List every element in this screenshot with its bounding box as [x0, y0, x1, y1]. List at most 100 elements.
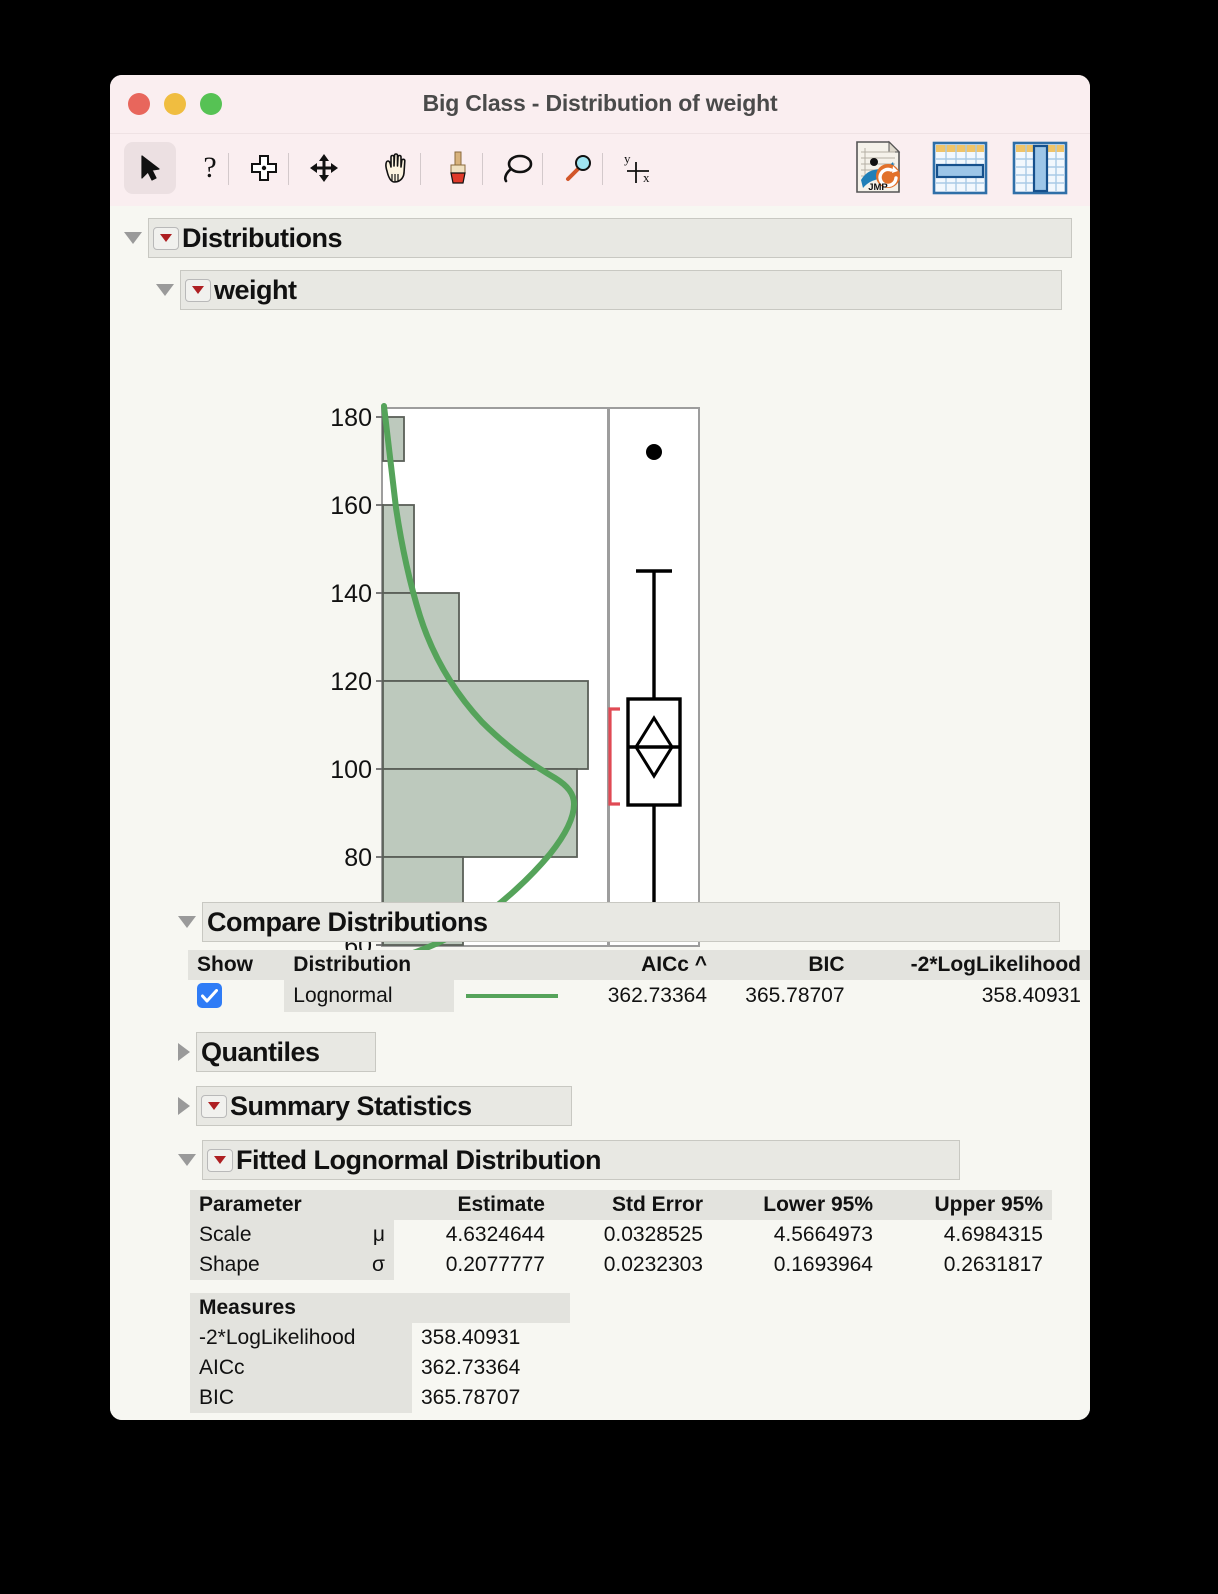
hand-grabber-tool[interactable] — [370, 142, 422, 194]
disclosure-triangle-summary-statistics[interactable] — [178, 1097, 190, 1115]
summary-statistics-label: Summary Statistics — [230, 1090, 472, 1121]
col-symbol — [348, 1190, 394, 1220]
outline-fitted-lognormal[interactable]: Fitted Lognormal Distribution — [178, 1140, 960, 1180]
measure-label: -2*LogLikelihood — [190, 1323, 412, 1353]
select-row-table-icon[interactable] — [932, 140, 988, 196]
brush-tool[interactable] — [432, 142, 484, 194]
outline-compare-distributions[interactable]: Compare Distributions — [178, 902, 1060, 942]
red-triangle-menu-distributions[interactable] — [153, 226, 179, 250]
distributions-label: Distributions — [182, 222, 343, 253]
col-distribution[interactable]: Distribution — [284, 950, 454, 980]
lognormal-line-swatch — [466, 994, 559, 999]
svg-text:80: 80 — [344, 844, 372, 872]
compare-distributions-title-box: Compare Distributions — [202, 902, 1060, 942]
chart-svg: 180 160 140 120 100 80 60 — [330, 403, 700, 961]
jmp-undo-document-icon[interactable]: JMP — [850, 140, 906, 196]
arrow-select-tool[interactable] — [124, 142, 176, 194]
param-symbol: σ — [348, 1250, 394, 1280]
distributions-title-box: Distributions — [148, 218, 1072, 258]
window-title: Big Class - Distribution of weight — [422, 90, 778, 116]
disclosure-triangle-weight[interactable] — [156, 284, 174, 296]
table-header-row: Parameter Estimate Std Error Lower 95% U… — [190, 1190, 1052, 1220]
svg-text:140: 140 — [330, 580, 372, 608]
crosshairs-tool[interactable]: y x — [610, 142, 662, 194]
param-upper-95: 4.6984315 — [882, 1220, 1052, 1250]
magnifier-zoom-tool[interactable] — [552, 142, 604, 194]
table-header-row: Show Distribution AICc ^ BIC -2*LogLikel… — [188, 950, 1090, 980]
toolbar-separator — [288, 153, 289, 185]
aicc-value: 362.73364 — [571, 980, 717, 1012]
summary-statistics-title-box: Summary Statistics — [196, 1086, 572, 1126]
y-axis-tick-labels: 180 160 140 120 100 80 60 — [330, 404, 372, 960]
outline-summary-statistics[interactable]: Summary Statistics — [178, 1086, 572, 1126]
param-std-error: 0.0232303 — [554, 1250, 712, 1280]
measure-label: AICc — [190, 1353, 412, 1383]
red-triangle-menu-weight[interactable] — [185, 278, 211, 302]
neg2loglik-value: 358.40931 — [853, 980, 1090, 1012]
measure-value: 365.78707 — [412, 1383, 570, 1413]
outline-quantiles[interactable]: Quantiles — [178, 1032, 376, 1072]
outline-weight[interactable]: weight — [156, 270, 1062, 310]
show-checkbox-cell[interactable] — [188, 980, 285, 1012]
disclosure-triangle-distributions[interactable] — [124, 232, 142, 244]
histogram-bar — [382, 592, 460, 682]
quantiles-title-box: Quantiles — [196, 1032, 376, 1072]
toolbar-separator — [602, 153, 603, 185]
table-row: -2*LogLikelihood 358.40931 — [190, 1323, 570, 1353]
param-estimate: 4.6324644 — [394, 1220, 554, 1250]
table-row: AICc 362.73364 — [190, 1353, 570, 1383]
svg-text:160: 160 — [330, 492, 372, 520]
select-column-table-icon[interactable] — [1012, 140, 1068, 196]
compare-distributions-table-wrap: Show Distribution AICc ^ BIC -2*LogLikel… — [188, 950, 1090, 1012]
disclosure-triangle-compare-distributions[interactable] — [178, 916, 196, 928]
col-aicc[interactable]: AICc ^ — [571, 950, 717, 980]
crosshair-scroll-tool[interactable] — [238, 142, 290, 194]
param-lower-95: 4.5664973 — [712, 1220, 882, 1250]
table-row: Lognormal 362.73364 365.78707 358.40931 — [188, 980, 1090, 1012]
disclosure-triangle-fitted-lognormal[interactable] — [178, 1154, 196, 1166]
col-bic[interactable]: BIC — [716, 950, 854, 980]
svg-text:x: x — [643, 170, 650, 185]
col-lower-95: Lower 95% — [712, 1190, 882, 1220]
param-estimate: 0.2077777 — [394, 1250, 554, 1280]
report-body: Distributions weight 180 160 140 120 100… — [110, 206, 1090, 1420]
move-arrows-tool[interactable] — [298, 142, 350, 194]
weight-distribution-chart[interactable]: 180 160 140 120 100 80 60 — [306, 398, 726, 963]
param-std-error: 0.0328525 — [554, 1220, 712, 1250]
lasso-tool[interactable] — [492, 142, 544, 194]
col-neg2loglik[interactable]: -2*LogLikelihood — [853, 950, 1090, 980]
weight-label: weight — [214, 274, 297, 305]
param-name: Scale — [190, 1220, 348, 1250]
fitted-lognormal-title-box: Fitted Lognormal Distribution — [202, 1140, 960, 1180]
show-checkbox[interactable] — [197, 983, 222, 1008]
col-measures: Measures — [190, 1293, 412, 1323]
measure-value: 362.73364 — [412, 1353, 570, 1383]
fitted-parameters-table: Parameter Estimate Std Error Lower 95% U… — [190, 1190, 1052, 1280]
boxplot-box — [626, 697, 682, 807]
outline-distributions[interactable]: Distributions — [124, 218, 1072, 258]
col-parameter: Parameter — [190, 1190, 348, 1220]
table-row: BIC 365.78707 — [190, 1383, 570, 1413]
fitted-parameters-table-wrap: Parameter Estimate Std Error Lower 95% U… — [190, 1190, 1052, 1280]
red-triangle-menu-summary-statistics[interactable] — [201, 1094, 227, 1118]
svg-text:?: ? — [203, 152, 216, 184]
distribution-name[interactable]: Lognormal — [284, 980, 454, 1012]
col-show[interactable]: Show — [188, 950, 285, 980]
param-upper-95: 0.2631817 — [882, 1250, 1052, 1280]
quantiles-label: Quantiles — [201, 1036, 320, 1067]
toolbar-separator — [420, 153, 421, 185]
red-triangle-menu-fitted-lognormal[interactable] — [207, 1148, 233, 1172]
toolbar: ? y x JMP — [110, 134, 1090, 207]
svg-text:100: 100 — [330, 756, 372, 784]
table-row: Scale μ 4.6324644 0.0328525 4.5664973 4.… — [190, 1220, 1052, 1250]
toolbar-separator — [542, 153, 543, 185]
toolbar-separator — [482, 153, 483, 185]
table-header-row: Measures — [190, 1293, 570, 1323]
param-symbol: μ — [348, 1220, 394, 1250]
bic-value: 365.78707 — [716, 980, 854, 1012]
boxplot-outlier — [646, 444, 662, 460]
col-std-error: Std Error — [554, 1190, 712, 1220]
disclosure-triangle-quantiles[interactable] — [178, 1043, 190, 1061]
svg-text:y: y — [624, 151, 631, 166]
measure-label: BIC — [190, 1383, 412, 1413]
